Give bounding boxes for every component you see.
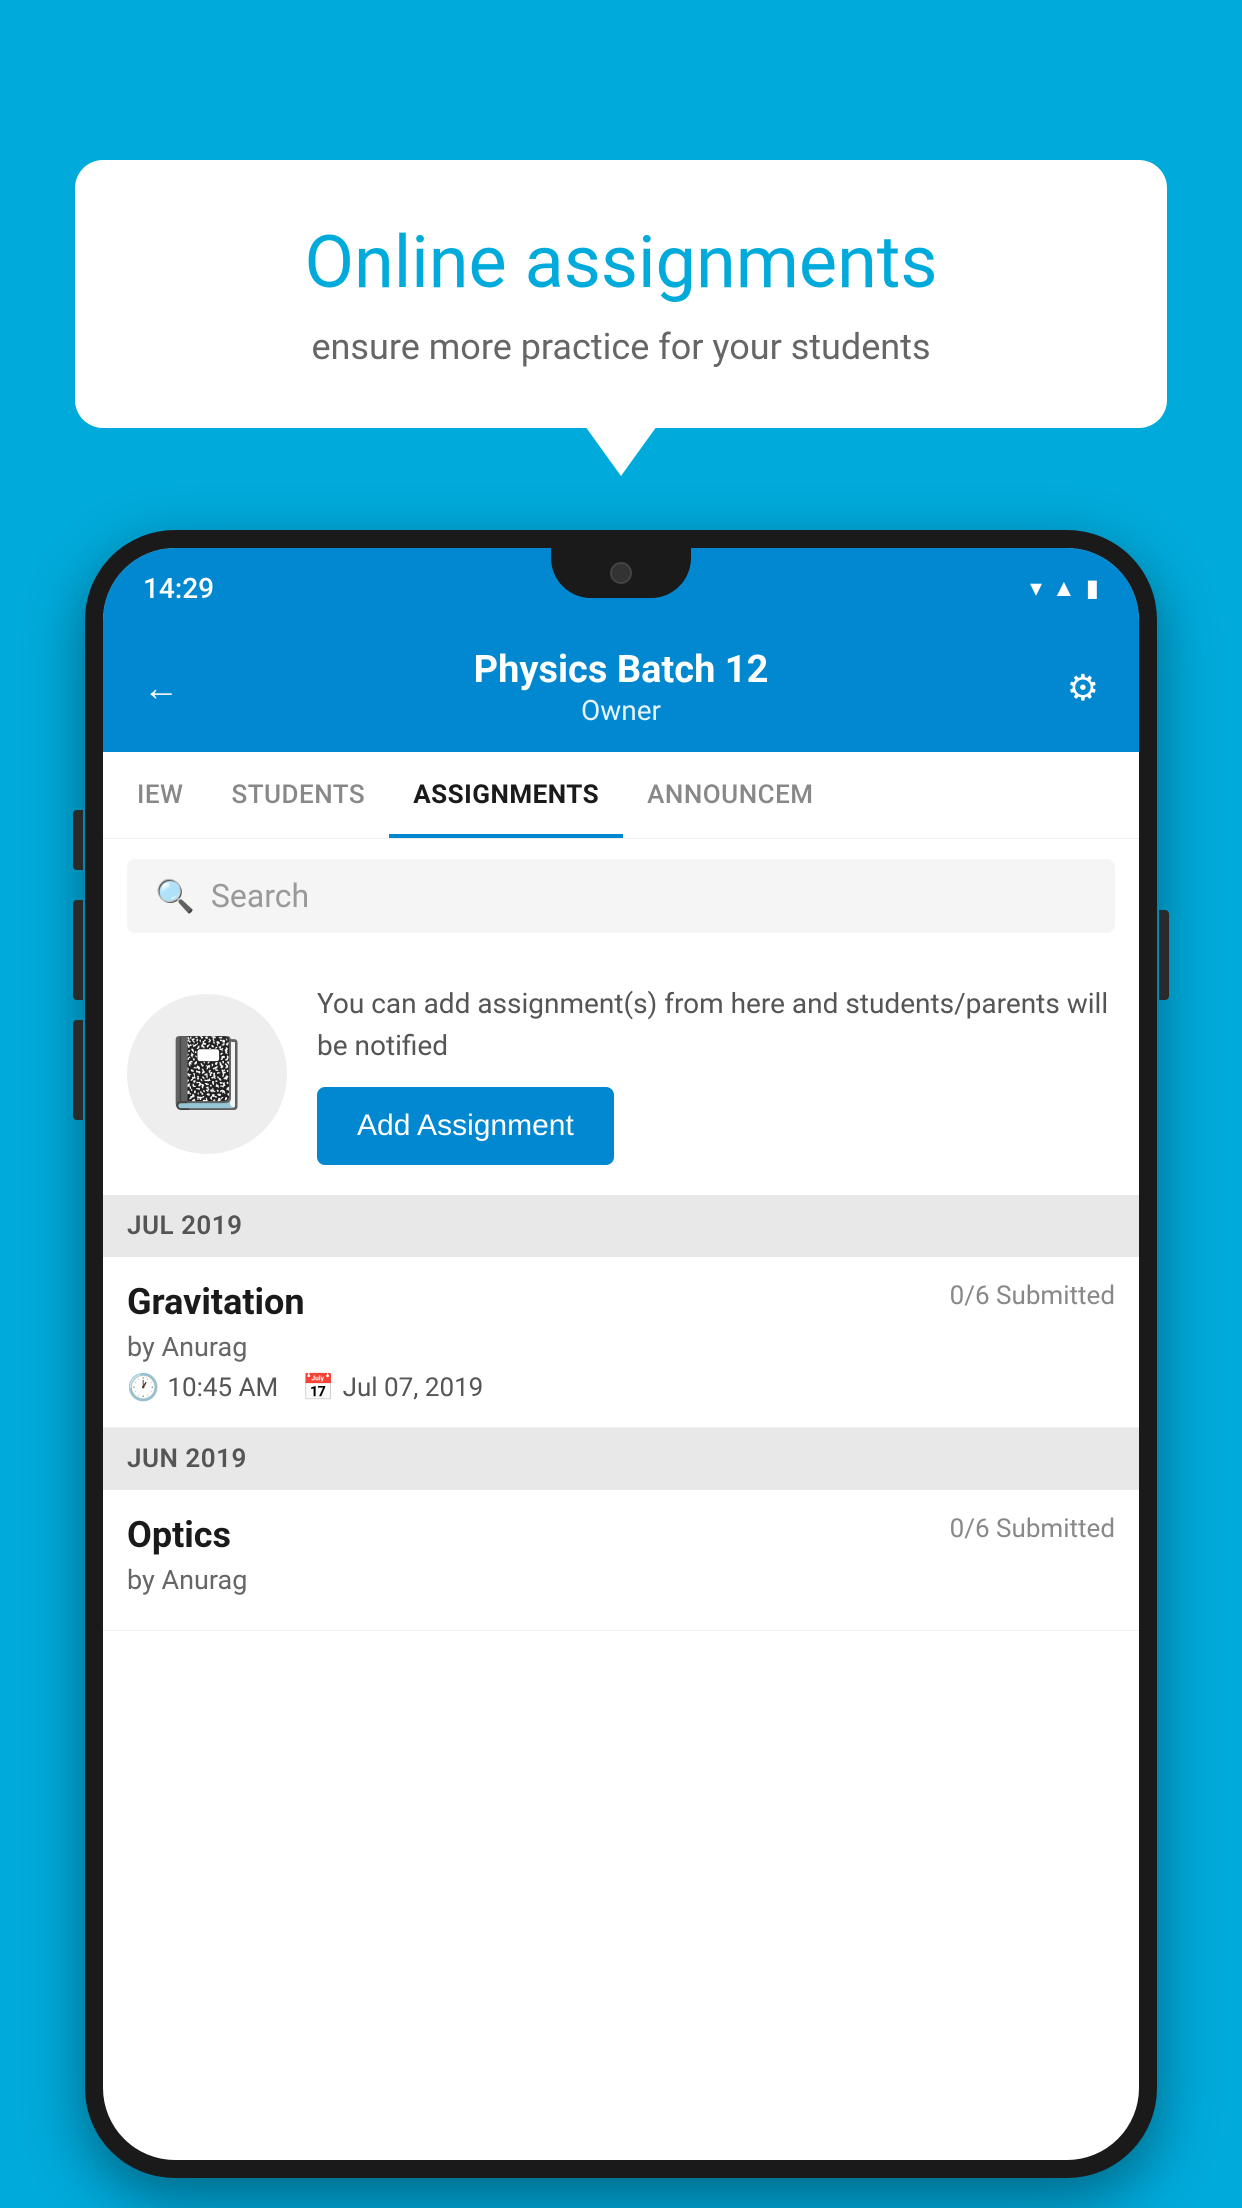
header-subtitle: Owner [193, 694, 1049, 727]
search-bar[interactable]: 🔍 Search [127, 859, 1115, 933]
phone-power-button [1159, 910, 1169, 1000]
status-time: 14:29 [143, 572, 214, 605]
signal-icon: ▲ [1052, 574, 1076, 603]
assignment-title: Gravitation [127, 1281, 305, 1323]
assignment-date: Jul 07, 2019 [343, 1373, 484, 1403]
assignment-row-top-optics: Optics 0/6 Submitted [127, 1514, 1115, 1556]
assignment-row-top: Gravitation 0/6 Submitted [127, 1281, 1115, 1323]
speech-bubble: Online assignments ensure more practice … [75, 160, 1167, 428]
assignment-item-optics[interactable]: Optics 0/6 Submitted by Anurag [103, 1490, 1139, 1631]
tab-iew[interactable]: IEW [113, 752, 207, 838]
assignment-time: 10:45 AM [167, 1373, 278, 1403]
app-header: ← Physics Batch 12 Owner ⚙ [103, 628, 1139, 752]
promo-text: You can add assignment(s) from here and … [317, 983, 1115, 1067]
assignment-author: by Anurag [127, 1331, 1115, 1363]
phone-mute-button [73, 810, 83, 870]
phone-screen: 14:29 ▾ ▲ ▮ ← Physics Batch 12 Owner ⚙ I… [103, 548, 1139, 2160]
assignment-submitted-optics: 0/6 Submitted [950, 1514, 1115, 1544]
section-header-jun: JUN 2019 [103, 1428, 1139, 1490]
battery-icon: ▮ [1086, 574, 1099, 602]
camera-dot [610, 562, 632, 584]
tab-students[interactable]: STUDENTS [207, 752, 389, 838]
phone-volume-up-button [73, 900, 83, 1000]
search-placeholder: Search [211, 877, 309, 915]
header-title: Physics Batch 12 [193, 648, 1049, 692]
header-title-block: Physics Batch 12 Owner [193, 648, 1049, 727]
assignment-item-gravitation[interactable]: Gravitation 0/6 Submitted by Anurag 🕐 10… [103, 1257, 1139, 1428]
search-container: 🔍 Search [103, 839, 1139, 953]
tab-assignments[interactable]: ASSIGNMENTS [389, 752, 623, 838]
tabs-bar: IEW STUDENTS ASSIGNMENTS ANNOUNCEM [103, 752, 1139, 839]
assignment-meta: 🕐 10:45 AM 📅 Jul 07, 2019 [127, 1373, 1115, 1403]
back-button[interactable]: ← [143, 667, 193, 709]
phone-notch [551, 548, 691, 598]
settings-button[interactable]: ⚙ [1049, 667, 1099, 709]
phone-volume-down-button [73, 1020, 83, 1120]
search-icon: 🔍 [155, 877, 195, 915]
status-bar: 14:29 ▾ ▲ ▮ [103, 548, 1139, 628]
promo-section: 📓 You can add assignment(s) from here an… [103, 953, 1139, 1195]
meta-time: 🕐 10:45 AM [127, 1373, 278, 1403]
notebook-icon: 📓 [163, 1033, 250, 1115]
section-header-jul: JUL 2019 [103, 1195, 1139, 1257]
assignment-title-optics: Optics [127, 1514, 231, 1556]
calendar-icon: 📅 [302, 1373, 334, 1403]
phone-frame: 14:29 ▾ ▲ ▮ ← Physics Batch 12 Owner ⚙ I… [85, 530, 1157, 2178]
assignment-submitted: 0/6 Submitted [950, 1281, 1115, 1311]
add-assignment-button[interactable]: Add Assignment [317, 1087, 614, 1165]
speech-bubble-subtitle: ensure more practice for your students [145, 326, 1097, 368]
speech-bubble-title: Online assignments [145, 220, 1097, 306]
promo-icon-circle: 📓 [127, 994, 287, 1154]
meta-date: 📅 Jul 07, 2019 [302, 1373, 483, 1403]
tab-announcements[interactable]: ANNOUNCEM [623, 752, 837, 838]
status-icons: ▾ ▲ ▮ [1030, 574, 1099, 603]
clock-icon: 🕐 [127, 1373, 159, 1403]
assignment-author-optics: by Anurag [127, 1564, 1115, 1596]
promo-content: You can add assignment(s) from here and … [317, 983, 1115, 1165]
speech-bubble-container: Online assignments ensure more practice … [75, 160, 1167, 428]
wifi-icon: ▾ [1030, 574, 1042, 602]
